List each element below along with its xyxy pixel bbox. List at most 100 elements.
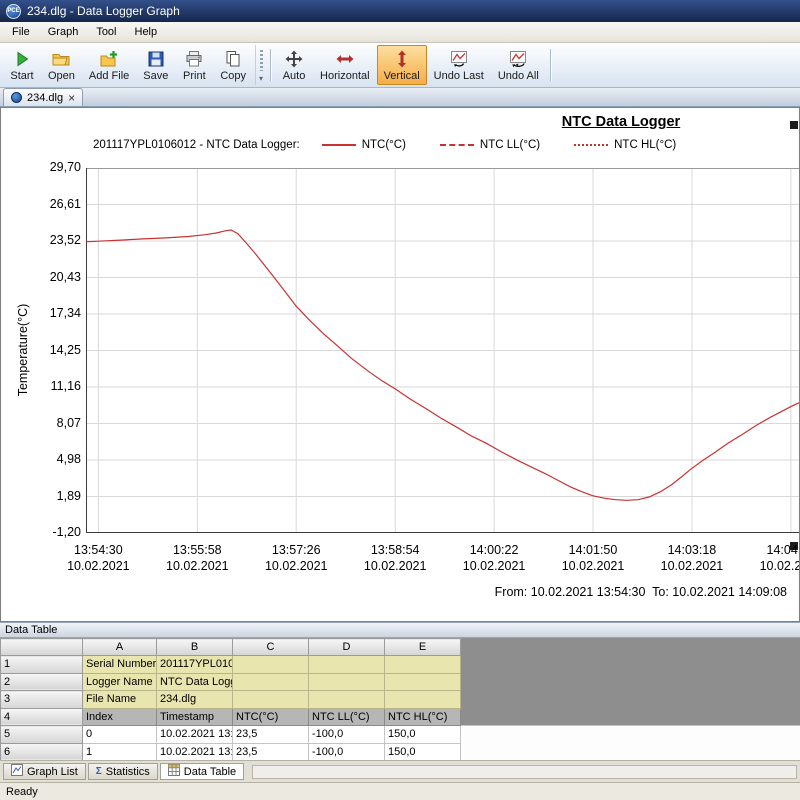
cell[interactable] [309,656,385,674]
chart-title: NTC Data Logger [521,114,721,130]
row-header-4[interactable]: 4 [1,708,83,726]
cell[interactable] [309,691,385,709]
undo-last-button[interactable]: Undo Last [427,45,491,85]
open-folder-icon [51,49,71,69]
cell[interactable]: NTC HL(°C) [385,708,461,726]
tab-close-icon[interactable]: × [68,93,75,103]
start-button[interactable]: Start [3,45,41,85]
cell[interactable]: 1 [83,743,157,761]
menu-bar: File Graph Tool Help [0,22,800,43]
auto-zoom-button[interactable]: Auto [275,45,313,85]
legend-item-ntc-hl: NTC HL(°C) [574,139,676,151]
save-button[interactable]: Save [136,45,175,85]
tab-statistics[interactable]: Σ Statistics [88,763,158,780]
cell[interactable] [233,691,309,709]
cell[interactable]: 23,5 [233,743,309,761]
row-header-1[interactable]: 1 [1,656,83,674]
cell[interactable]: -100,0 [309,726,385,744]
cell[interactable]: 0 [83,726,157,744]
app-logo-icon: PCE [6,4,21,19]
x-tick-label: 14:03:1810.02.2021 [652,543,732,574]
x-tick-label: 13:55:5810.02.2021 [157,543,237,574]
cell[interactable]: Timestamp [157,708,233,726]
print-button[interactable]: Print [175,45,213,85]
cell[interactable]: NTC LL(°C) [309,708,385,726]
cell[interactable] [233,656,309,674]
data-table-icon [168,764,180,779]
cell[interactable]: 234.dlg [157,691,233,709]
menu-help[interactable]: Help [126,23,167,41]
add-file-button[interactable]: Add File [82,45,136,85]
statistics-icon: Σ [96,767,102,777]
tab-graph-list[interactable]: Graph List [3,763,86,780]
cell[interactable] [233,673,309,691]
y-tick-label: 20,43 [23,270,81,284]
y-tick-label: 8,07 [23,416,81,430]
col-header-a[interactable]: A [83,639,157,656]
vertical-zoom-button[interactable]: Vertical [377,45,427,85]
row-header-5[interactable]: 5 [1,726,83,744]
window-title: 234.dlg - Data Logger Graph [27,4,180,18]
table-row: 6 1 10.02.2021 13:... 23,5 -100,0 150,0 [1,743,461,761]
play-icon [12,49,32,69]
cell[interactable] [309,673,385,691]
menu-tool[interactable]: Tool [87,23,125,41]
legend-label-ntc-hl: NTC HL(°C) [614,139,676,151]
undo-all-icon [508,49,528,69]
cell[interactable]: Logger Name [83,673,157,691]
grid-corner-cell[interactable] [1,639,83,656]
status-text: Ready [6,786,38,798]
col-header-b[interactable]: B [157,639,233,656]
menu-graph[interactable]: Graph [39,23,88,41]
plot-area[interactable] [86,168,800,533]
cell[interactable]: NTC(°C) [233,708,309,726]
cell[interactable]: 150,0 [385,743,461,761]
legend-label-ntc: NTC(°C) [362,139,406,151]
cell[interactable]: 23,5 [233,726,309,744]
cell[interactable]: 10.02.2021 13:... [157,743,233,761]
cell[interactable]: 150,0 [385,726,461,744]
horizontal-zoom-icon [335,49,355,69]
horizontal-scrollbar[interactable] [252,765,797,779]
print-icon [184,49,204,69]
toolbar-separator [270,49,271,81]
legend-series-prefix: 201117YPL0106012 - NTC Data Logger: [93,139,300,151]
chart-legend: 201117YPL0106012 - NTC Data Logger: NTC(… [93,139,710,151]
title-bar: PCE 234.dlg - Data Logger Graph [0,0,800,22]
spreadsheet[interactable]: A B C D E 1 Serial Number 201117YPL010..… [0,638,461,761]
cell[interactable] [385,691,461,709]
chart-resize-handle-top[interactable] [790,121,798,129]
cell[interactable]: Index [83,708,157,726]
tab-234dlg[interactable]: 234.dlg × [3,88,83,106]
cell[interactable]: 10.02.2021 13:... [157,726,233,744]
cell[interactable]: -100,0 [309,743,385,761]
y-tick-label: 1,89 [23,489,81,503]
copy-button[interactable]: Copy [213,45,253,85]
horizontal-zoom-button[interactable]: Horizontal [313,45,377,85]
chart-time-range: From: 10.02.2021 13:54:30 To: 10.02.2021… [495,585,787,599]
tab-data-table[interactable]: Data Table [160,763,244,780]
y-tick-label: 14,25 [23,343,81,357]
col-header-c[interactable]: C [233,639,309,656]
grid-filler-light [460,725,800,760]
row-header-2[interactable]: 2 [1,673,83,691]
cell[interactable] [385,673,461,691]
view-tab-bar: Graph List Σ Statistics Data Table [0,760,800,782]
cell[interactable]: File Name [83,691,157,709]
row-header-3[interactable]: 3 [1,691,83,709]
toolbar-overflow-chevron[interactable]: ▾ [255,45,266,85]
open-button[interactable]: Open [41,45,82,85]
chart-panel[interactable]: NTC Data Logger 201117YPL0106012 - NTC D… [0,107,800,622]
menu-file[interactable]: File [3,23,39,41]
row-header-6[interactable]: 6 [1,743,83,761]
cell[interactable]: NTC Data Logger [157,673,233,691]
table-row: 3 File Name 234.dlg [1,691,461,709]
col-header-e[interactable]: E [385,639,461,656]
undo-all-button[interactable]: Undo All [491,45,546,85]
cell[interactable]: 201117YPL010... [157,656,233,674]
y-tick-label: 29,70 [23,160,81,174]
save-icon [146,49,166,69]
col-header-d[interactable]: D [309,639,385,656]
cell[interactable] [385,656,461,674]
cell[interactable]: Serial Number [83,656,157,674]
